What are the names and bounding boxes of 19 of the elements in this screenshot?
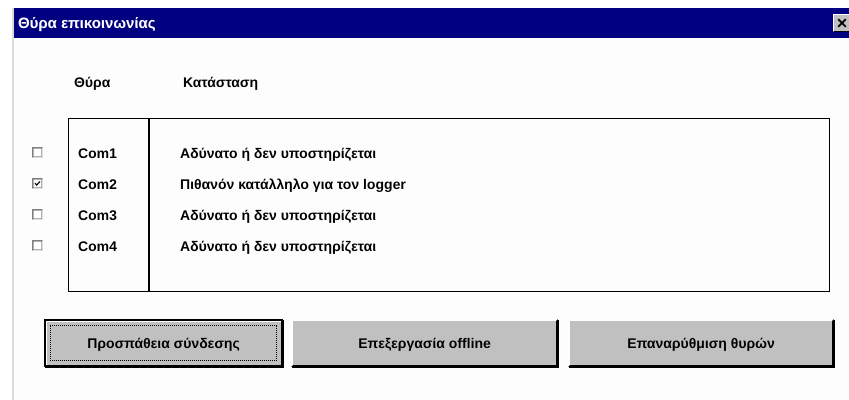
checkbox[interactable] <box>32 147 43 158</box>
port-status: Αδύνατο ή δεν υποστηρίζεται <box>180 144 378 163</box>
close-button[interactable]: × <box>833 14 849 32</box>
checkbox[interactable] <box>32 209 43 220</box>
column-header: Κατάσταση <box>183 74 258 92</box>
checkbox[interactable] <box>32 178 43 189</box>
port-status: Αδύνατο ή δεν υποστηρίζεται <box>180 206 378 225</box>
port-name: Com2 <box>77 174 118 194</box>
port-status: Πιθανόν κατάλληλο για τον logger <box>180 174 406 194</box>
action-button[interactable]: Επαναρύθμιση θυρών <box>568 319 834 367</box>
column-header: Θύρα <box>74 74 112 92</box>
window-title: Θύρα επικοινωνίας <box>18 14 156 32</box>
action-button[interactable]: Προσπάθεια σύνδεσης <box>44 319 283 367</box>
checkbox[interactable] <box>32 240 43 251</box>
port-name: Com4 <box>77 236 118 256</box>
action-button[interactable]: Επεξεργασία offline <box>291 319 558 367</box>
port-status: Αδύνατο ή δεν υποστηρίζεται <box>180 236 378 256</box>
port-name: Com1 <box>77 144 118 162</box>
port-name: Com3 <box>77 206 118 224</box>
